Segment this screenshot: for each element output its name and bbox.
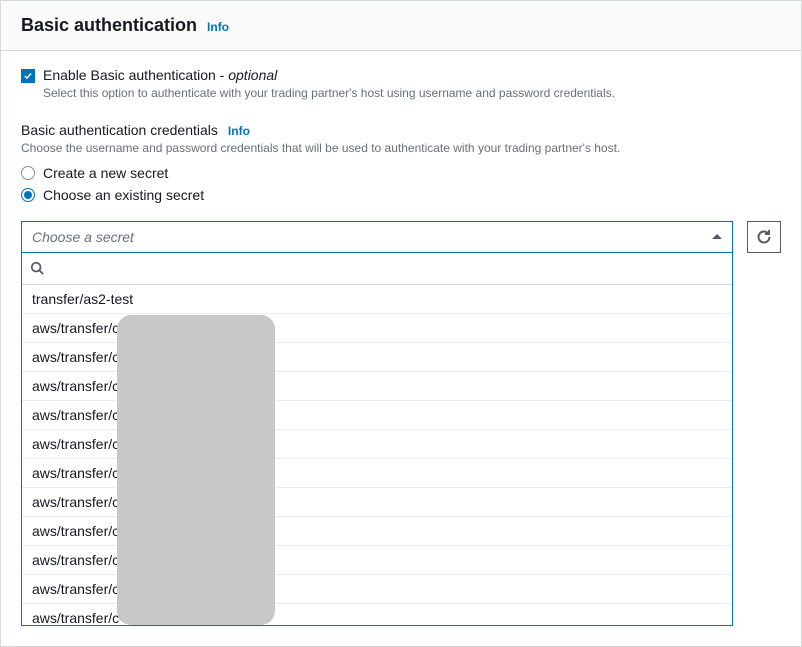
secret-select-row: Choose a secret transfer/as2-test aws/tr… bbox=[21, 221, 781, 626]
radio-create-input[interactable] bbox=[21, 166, 35, 180]
secret-select-container: Choose a secret transfer/as2-test aws/tr… bbox=[21, 221, 733, 626]
dropdown-item[interactable]: aws/transfer/c- bbox=[22, 459, 732, 488]
credentials-info-link[interactable]: Info bbox=[228, 124, 250, 138]
dropdown-item[interactable]: aws/transfer/c-9 bbox=[22, 314, 732, 343]
dropdown-item[interactable]: aws/transfer/c- bbox=[22, 343, 732, 372]
panel-title: Basic authentication bbox=[21, 15, 197, 36]
dropdown-item[interactable]: aws/transfer/c- bbox=[22, 430, 732, 459]
refresh-button[interactable] bbox=[747, 221, 781, 253]
secret-select-trigger[interactable]: Choose a secret bbox=[21, 221, 733, 253]
dropdown-item[interactable]: aws/transfer/c- bbox=[22, 401, 732, 430]
dropdown-item[interactable]: aws/transfer/c- bbox=[22, 372, 732, 401]
panel-body: Enable Basic authentication - optional S… bbox=[1, 51, 801, 646]
enable-checkbox-label: Enable Basic authentication - optional bbox=[43, 67, 277, 83]
dropdown-search-input[interactable] bbox=[50, 260, 724, 276]
radio-choose-input[interactable] bbox=[21, 188, 35, 202]
radio-create-label: Create a new secret bbox=[43, 165, 168, 181]
basic-auth-panel: Basic authentication Info Enable Basic a… bbox=[0, 0, 802, 647]
radio-choose-secret[interactable]: Choose an existing secret bbox=[21, 187, 781, 203]
radio-choose-label: Choose an existing secret bbox=[43, 187, 204, 203]
credentials-label: Basic authentication credentials bbox=[21, 122, 218, 138]
enable-checkbox[interactable] bbox=[21, 69, 35, 83]
dropdown-item[interactable]: aws/transfer/c- bbox=[22, 517, 732, 546]
panel-header: Basic authentication Info bbox=[1, 1, 801, 51]
dropdown-item[interactable]: aws/transfer/c- bbox=[22, 604, 732, 625]
radio-create-secret[interactable]: Create a new secret bbox=[21, 165, 781, 181]
dropdown-item[interactable]: aws/transfer/c- bbox=[22, 575, 732, 604]
dropdown-search-row bbox=[22, 253, 732, 285]
dropdown-item[interactable]: aws/transfer/c- bbox=[22, 488, 732, 517]
secret-select-placeholder: Choose a secret bbox=[32, 229, 134, 245]
caret-up-icon bbox=[712, 234, 722, 239]
dropdown-list[interactable]: transfer/as2-test aws/transfer/c-9 aws/t… bbox=[22, 285, 732, 625]
header-info-link[interactable]: Info bbox=[207, 20, 229, 34]
secret-dropdown: transfer/as2-test aws/transfer/c-9 aws/t… bbox=[21, 253, 733, 626]
dropdown-item[interactable]: transfer/as2-test bbox=[22, 285, 732, 314]
enable-description: Select this option to authenticate with … bbox=[43, 85, 781, 102]
search-icon bbox=[30, 261, 44, 275]
enable-checkbox-row[interactable]: Enable Basic authentication - optional bbox=[21, 67, 781, 83]
dropdown-item[interactable]: aws/transfer/c- bbox=[22, 546, 732, 575]
refresh-icon bbox=[756, 229, 772, 245]
credentials-description: Choose the username and password credent… bbox=[21, 140, 781, 157]
credentials-label-row: Basic authentication credentials Info bbox=[21, 122, 781, 138]
check-icon bbox=[23, 71, 33, 81]
